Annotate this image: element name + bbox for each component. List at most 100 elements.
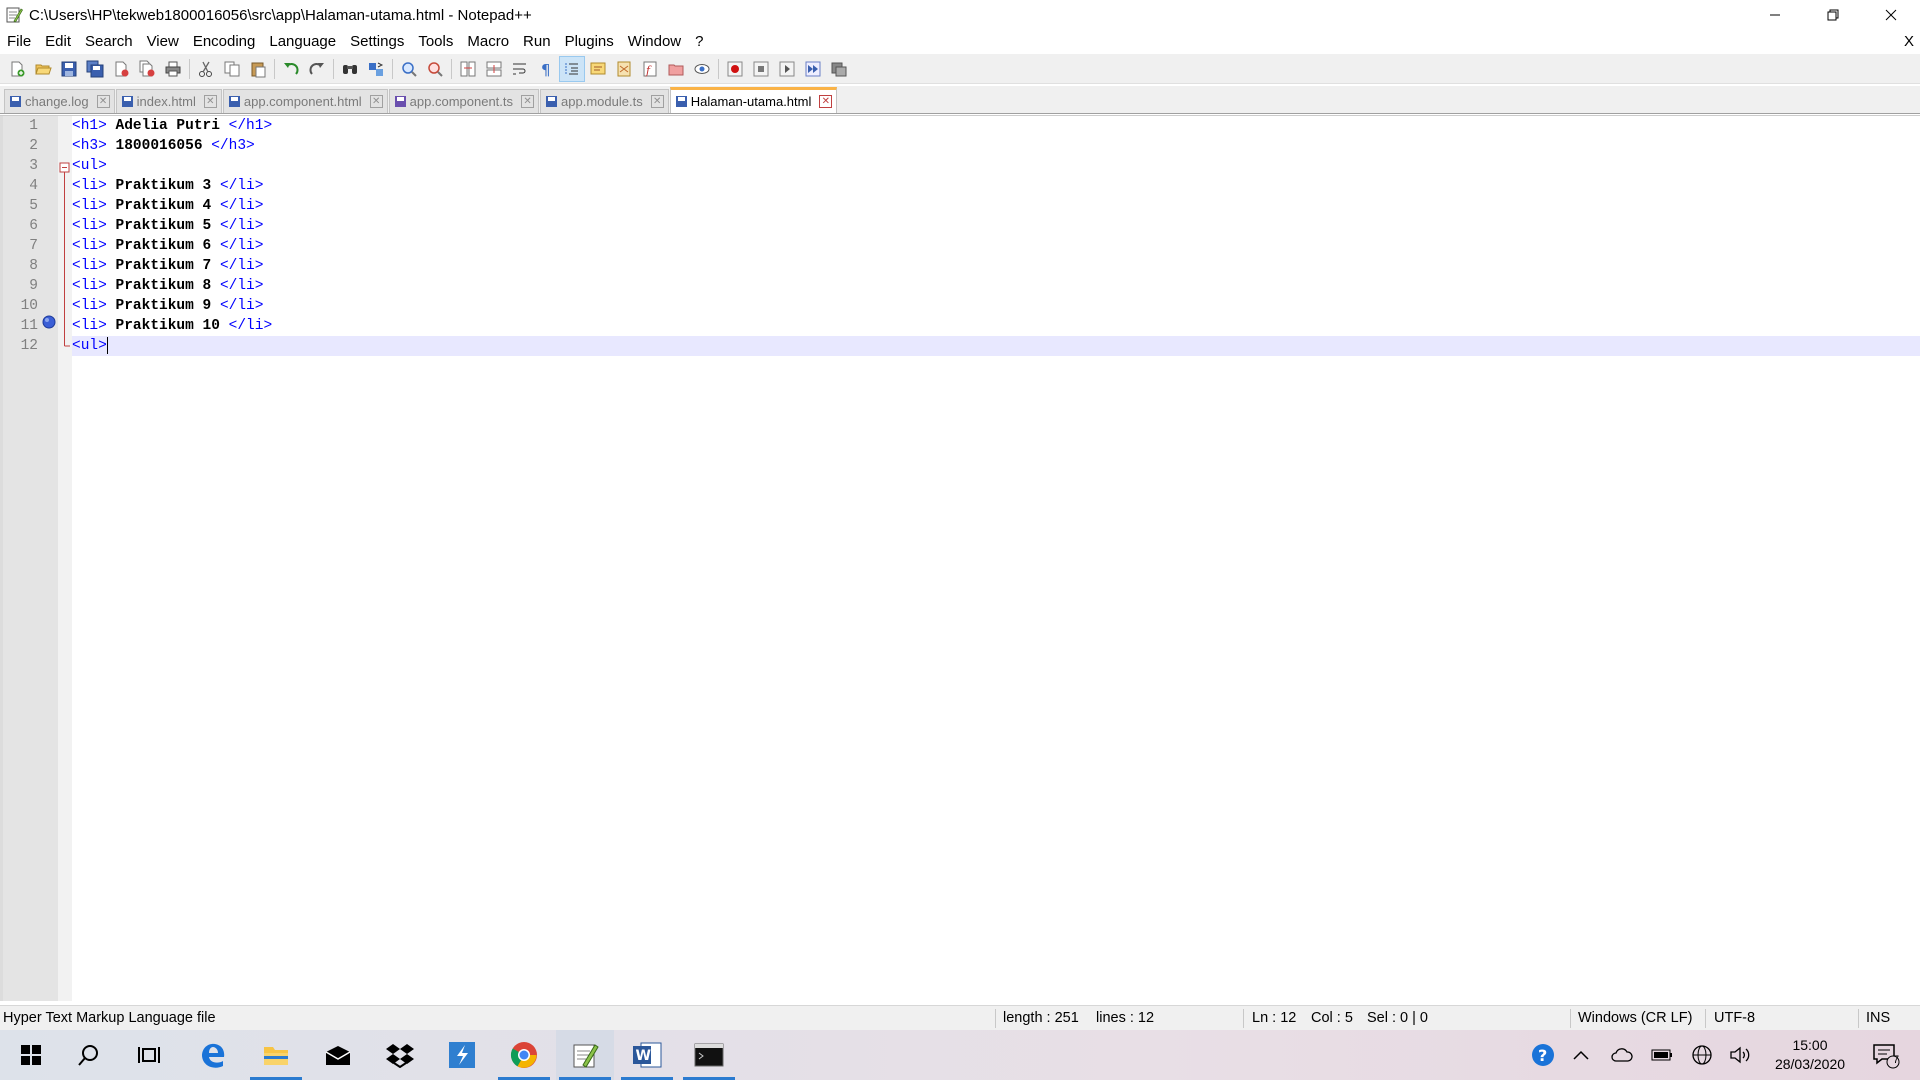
onedrive-tray[interactable] xyxy=(1608,1030,1636,1080)
menu-language[interactable]: Language xyxy=(262,30,343,54)
action-center-button[interactable]: 7 xyxy=(1866,1030,1906,1080)
status-eol-format[interactable]: Windows (CR LF) xyxy=(1578,1010,1692,1026)
copy-button[interactable] xyxy=(219,56,245,82)
tag-open: <li> xyxy=(72,278,107,294)
tab-close-icon[interactable]: ✕ xyxy=(650,95,664,108)
battery-tray[interactable] xyxy=(1648,1030,1676,1080)
taskbar-clock[interactable]: 15:00 28/03/2020 xyxy=(1760,1036,1860,1074)
task-view-icon xyxy=(138,1047,160,1063)
function-list-button[interactable]: f xyxy=(637,56,663,82)
editor-area[interactable]: <h1> Adelia Putri </h1> <h3> 1800016056 … xyxy=(0,115,1920,1001)
indent-guide-button[interactable] xyxy=(559,55,585,82)
network-tray[interactable] xyxy=(1688,1030,1716,1080)
menu-file[interactable]: File xyxy=(0,30,38,54)
play-macro-button[interactable] xyxy=(774,56,800,82)
status-divider xyxy=(1705,1009,1706,1028)
task-view-button[interactable] xyxy=(120,1030,178,1080)
show-all-chars-button[interactable]: ¶ xyxy=(533,56,559,82)
undo-button[interactable] xyxy=(278,56,304,82)
close-all-button[interactable] xyxy=(134,56,160,82)
tab-app-component-html[interactable]: app.component.html ✕ xyxy=(222,89,388,113)
save-macro-icon xyxy=(831,62,847,76)
save-macro-button[interactable] xyxy=(826,56,852,82)
tab-app-module-ts[interactable]: app.module.ts ✕ xyxy=(540,89,669,113)
terminal-taskbar[interactable] xyxy=(680,1030,738,1080)
menu-run[interactable]: Run xyxy=(516,30,558,54)
minimize-button[interactable] xyxy=(1746,0,1804,30)
tag-close: </li> xyxy=(219,178,264,194)
indent-guide-icon xyxy=(565,62,578,75)
dropbox-taskbar[interactable] xyxy=(371,1030,429,1080)
tab-close-icon[interactable]: ✕ xyxy=(96,95,110,108)
tag-close: </li> xyxy=(219,198,264,214)
bookmark-icon[interactable] xyxy=(42,315,56,329)
sync-horizontal-button[interactable] xyxy=(481,56,507,82)
close-file-icon xyxy=(115,61,129,76)
redo-button[interactable] xyxy=(304,56,330,82)
close-file-button[interactable] xyxy=(108,56,134,82)
close-button[interactable] xyxy=(1862,0,1920,30)
status-insert-mode[interactable]: INS xyxy=(1866,1010,1890,1026)
search-button[interactable] xyxy=(60,1030,118,1080)
chrome-taskbar[interactable] xyxy=(495,1030,553,1080)
menu-window[interactable]: Window xyxy=(621,30,688,54)
tab-halaman-utama-html[interactable]: Halaman-utama.html ✕ xyxy=(669,87,838,113)
new-file-button[interactable] xyxy=(4,56,30,82)
save-all-button[interactable] xyxy=(82,56,108,82)
menu-help[interactable]: ? xyxy=(688,30,710,54)
open-file-button[interactable] xyxy=(30,56,56,82)
zoom-in-button[interactable] xyxy=(396,56,422,82)
toolbar-separator xyxy=(189,58,190,79)
find-button[interactable] xyxy=(337,56,363,82)
document-map-button[interactable] xyxy=(611,56,637,82)
menu-macro[interactable]: Macro xyxy=(460,30,516,54)
menu-encoding[interactable]: Encoding xyxy=(186,30,263,54)
menu-settings[interactable]: Settings xyxy=(343,30,411,54)
save-button[interactable] xyxy=(56,56,82,82)
menu-edit[interactable]: Edit xyxy=(38,30,78,54)
close-document-button[interactable]: X xyxy=(1904,30,1914,54)
mail-taskbar[interactable] xyxy=(309,1030,367,1080)
tab-change-log[interactable]: change.log ✕ xyxy=(4,89,115,113)
print-button[interactable] xyxy=(160,56,186,82)
stop-macro-button[interactable] xyxy=(748,56,774,82)
folder-workspace-button[interactable] xyxy=(663,56,689,82)
fold-margin[interactable] xyxy=(58,116,72,1001)
app-taskbar-blue[interactable] xyxy=(433,1030,491,1080)
menu-view[interactable]: View xyxy=(140,30,186,54)
menu-search[interactable]: Search xyxy=(78,30,140,54)
volume-tray[interactable] xyxy=(1726,1030,1756,1080)
binoculars-icon xyxy=(343,64,357,74)
show-hidden-icons-button[interactable] xyxy=(1568,1030,1594,1080)
edge-browser-taskbar[interactable] xyxy=(184,1030,242,1080)
tab-app-component-ts[interactable]: app.component.ts ✕ xyxy=(388,89,540,113)
file-explorer-taskbar[interactable] xyxy=(247,1030,305,1080)
tab-label: index.html xyxy=(136,94,196,109)
tab-close-icon[interactable]: ✕ xyxy=(521,95,535,108)
menu-plugins[interactable]: Plugins xyxy=(558,30,621,54)
notepadpp-taskbar[interactable] xyxy=(556,1030,614,1080)
menu-tools[interactable]: Tools xyxy=(411,30,460,54)
code-text-area[interactable]: <h1> Adelia Putri </h1> <h3> 1800016056 … xyxy=(72,116,1920,1001)
word-wrap-button[interactable] xyxy=(507,56,533,82)
zoom-out-button[interactable] xyxy=(422,56,448,82)
sync-vertical-button[interactable] xyxy=(455,56,481,82)
paste-button[interactable] xyxy=(245,56,271,82)
cut-button[interactable] xyxy=(193,56,219,82)
status-divider xyxy=(1858,1009,1859,1028)
tab-index-html[interactable]: index.html ✕ xyxy=(115,89,222,113)
start-button[interactable] xyxy=(2,1030,60,1080)
help-tray[interactable]: ? xyxy=(1528,1030,1558,1080)
tab-close-icon[interactable]: ✕ xyxy=(819,95,833,108)
tab-close-icon[interactable]: ✕ xyxy=(369,95,383,108)
user-language-button[interactable] xyxy=(585,56,611,82)
restore-button[interactable] xyxy=(1804,0,1862,30)
word-taskbar[interactable]: W xyxy=(618,1030,676,1080)
run-macro-multiple-button[interactable] xyxy=(800,56,826,82)
record-macro-button[interactable] xyxy=(722,56,748,82)
status-encoding[interactable]: UTF-8 xyxy=(1714,1010,1755,1026)
tab-close-icon[interactable]: ✕ xyxy=(203,95,217,108)
replace-button[interactable] xyxy=(363,56,389,82)
monitoring-button[interactable] xyxy=(689,56,715,82)
tag-open: <li> xyxy=(72,258,107,274)
